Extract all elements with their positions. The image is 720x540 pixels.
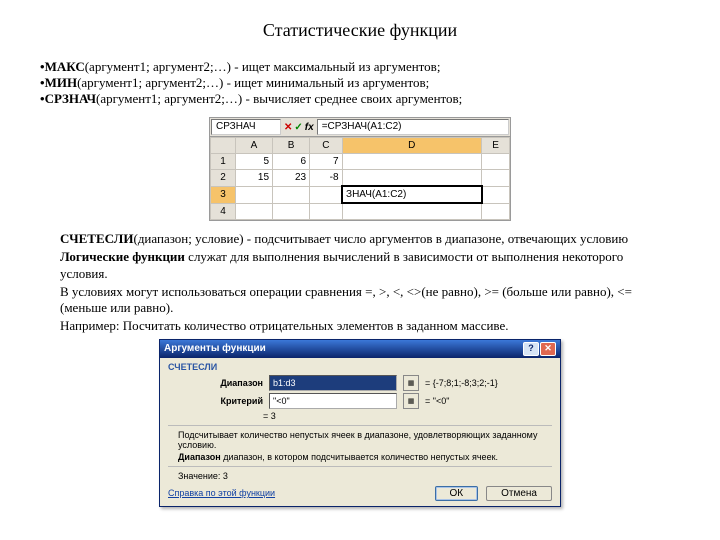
corner-cell[interactable] — [211, 138, 236, 154]
dialog-arg-description: Диапазон диапазон, в котором подсчитывае… — [178, 452, 552, 462]
page-title: Статистические функции — [40, 20, 680, 41]
cell[interactable] — [482, 186, 510, 203]
col-header[interactable]: E — [482, 138, 510, 154]
name-box[interactable]: СРЗНАЧ — [211, 119, 281, 135]
row-header[interactable]: 1 — [211, 154, 236, 170]
body-paragraph: В условиях могут использоваться операции… — [40, 284, 680, 317]
fn-args: (аргумент1; аргумент2;…) — [77, 75, 223, 90]
spreadsheet[interactable]: A B C D E 1 5 6 7 2 15 23 — [210, 137, 510, 220]
fn-name: МИН — [45, 75, 78, 90]
dialog-value-label: Значение: 3 — [178, 471, 552, 481]
cell[interactable] — [310, 186, 342, 203]
arg-label-range: Диапазон — [208, 378, 263, 388]
table-row: 1 5 6 7 — [211, 154, 510, 170]
table-row: 4 — [211, 203, 510, 220]
cell[interactable] — [342, 170, 482, 187]
fx-icon[interactable]: fx — [305, 122, 314, 133]
cell[interactable] — [310, 203, 342, 220]
arg-eval-criteria: = "<0" — [425, 396, 449, 406]
confirm-icon[interactable]: ✓ — [294, 122, 302, 133]
cell[interactable] — [342, 203, 482, 220]
fn-args: (аргумент1; аргумент2;…) — [96, 91, 242, 106]
cell[interactable]: 5 — [236, 154, 273, 170]
cell[interactable] — [342, 154, 482, 170]
row-header[interactable]: 3 — [211, 186, 236, 203]
dialog-result-eq: = 3 — [263, 411, 552, 421]
cell[interactable] — [236, 186, 273, 203]
arg-label-criteria: Критерий — [208, 396, 263, 406]
col-header[interactable]: A — [236, 138, 273, 154]
col-header[interactable]: B — [273, 138, 310, 154]
dialog-function-name: СЧЕТЕСЛИ — [168, 362, 552, 372]
row-header[interactable]: 2 — [211, 170, 236, 187]
fn-args: (аргумент1; аргумент2;…) — [85, 59, 231, 74]
table-row: 3 ЗНАЧ(A1:C2) — [211, 186, 510, 203]
close-icon[interactable]: ✕ — [540, 342, 556, 356]
cancel-button[interactable]: Отмена — [486, 486, 552, 501]
arg-input-range[interactable]: b1:d3 — [269, 375, 397, 391]
cell[interactable]: 15 — [236, 170, 273, 187]
help-icon[interactable]: ? — [523, 342, 539, 356]
fn-desc: - ищет максимальный из аргументов; — [231, 59, 440, 74]
cell[interactable]: 23 — [273, 170, 310, 187]
cell[interactable] — [482, 203, 510, 220]
cell[interactable] — [273, 203, 310, 220]
function-arguments-dialog: Аргументы функции ? ✕ СЧЕТЕСЛИ Диапазон … — [159, 339, 561, 507]
table-row: 2 15 23 -8 — [211, 170, 510, 187]
excel-snippet: СРЗНАЧ ✕ ✓ fx =СРЗНАЧ(A1:C2) A B C D E — [209, 117, 511, 221]
cell[interactable]: 6 — [273, 154, 310, 170]
fn-name: МАКС — [45, 59, 85, 74]
dialog-titlebar[interactable]: Аргументы функции ? ✕ — [160, 340, 560, 358]
col-header[interactable]: D — [342, 138, 482, 154]
range-selector-icon[interactable]: ▦ — [403, 375, 419, 391]
cell[interactable] — [482, 170, 510, 187]
fn-name: СЧЕТЕСЛИ — [60, 231, 133, 246]
row-header[interactable]: 4 — [211, 203, 236, 220]
formula-bar[interactable]: =СРЗНАЧ(A1:C2) — [317, 119, 509, 135]
fn-desc: - ищет минимальный из аргументов; — [223, 75, 429, 90]
fn-name: СРЗНАЧ — [45, 91, 96, 106]
cell[interactable] — [482, 154, 510, 170]
function-bullets: МАКС(аргумент1; аргумент2;…) - ищет макс… — [40, 59, 680, 107]
arg-input-criteria[interactable]: "<0" — [269, 393, 397, 409]
dialog-title-text: Аргументы функции — [164, 343, 266, 354]
cell[interactable]: 7 — [310, 154, 342, 170]
body-paragraph: Логические функции служат для выполнения… — [40, 249, 680, 282]
col-header[interactable]: C — [310, 138, 342, 154]
cancel-icon[interactable]: ✕ — [284, 122, 292, 133]
cell[interactable]: -8 — [310, 170, 342, 187]
cell[interactable] — [236, 203, 273, 220]
help-link[interactable]: Справка по этой функции — [168, 488, 275, 498]
ok-button[interactable]: ОК — [435, 486, 479, 501]
arg-eval-range: = {-7;8;1;-8;3;2;-1} — [425, 378, 498, 388]
body-paragraph: СЧЕТЕСЛИ(диапазон; условие) - подсчитыва… — [40, 231, 680, 247]
body-paragraph: Например: Посчитать количество отрицател… — [40, 318, 680, 334]
range-selector-icon[interactable]: ▦ — [403, 393, 419, 409]
cell[interactable] — [273, 186, 310, 203]
active-cell[interactable]: ЗНАЧ(A1:C2) — [342, 186, 482, 203]
dialog-description: Подсчитывает количество непустых ячеек в… — [178, 430, 552, 450]
fn-desc: - вычисляет среднее своих аргументов; — [242, 91, 462, 106]
